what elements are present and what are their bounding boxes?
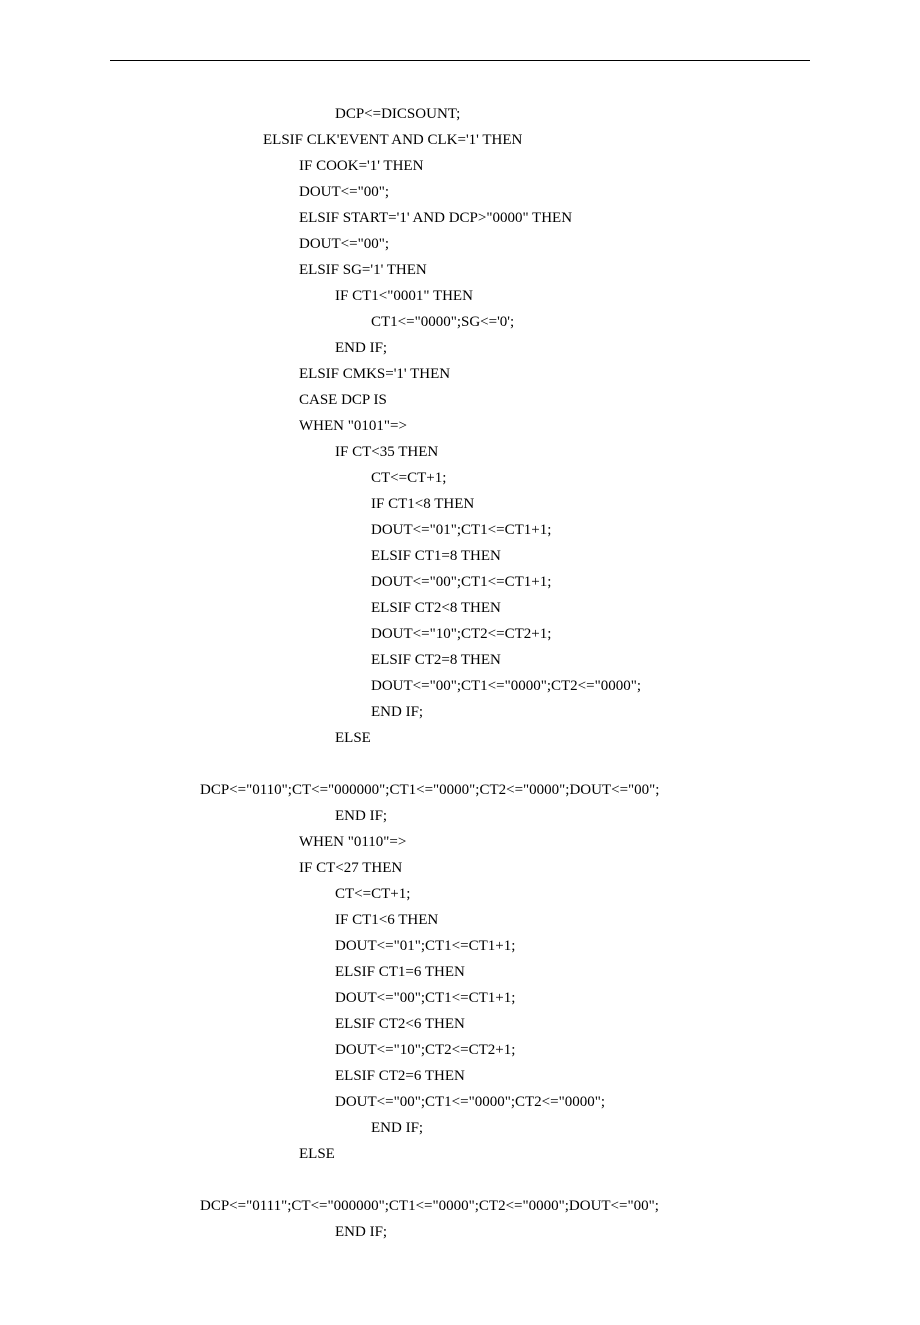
code-line: END IF; [200, 699, 920, 725]
code-line: WHEN "0101"=> [200, 413, 920, 439]
code-line: CT<=CT+1; [200, 881, 920, 907]
code-line: DOUT<="00";CT1<="0000";CT2<="0000"; [200, 673, 920, 699]
code-line: DOUT<="01";CT1<=CT1+1; [200, 517, 920, 543]
code-line: ELSIF CT2<6 THEN [200, 1011, 920, 1037]
code-line [200, 751, 920, 777]
code-line: ELSIF CT2=8 THEN [200, 647, 920, 673]
code-line: DCP<=DICSOUNT; [200, 101, 920, 127]
code-line: DOUT<="00";CT1<="0000";CT2<="0000"; [200, 1089, 920, 1115]
code-line: DCP<="0111";CT<="000000";CT1<="0000";CT2… [200, 1193, 920, 1219]
code-line: DCP<="0110";CT<="000000";CT1<="0000";CT2… [200, 777, 920, 803]
code-line: END IF; [200, 335, 920, 361]
code-line: IF CT1<6 THEN [200, 907, 920, 933]
code-line: ELSIF CT2<8 THEN [200, 595, 920, 621]
code-line: DOUT<="10";CT2<=CT2+1; [200, 1037, 920, 1063]
code-line: ELSIF CLK'EVENT AND CLK='1' THEN [200, 127, 920, 153]
code-line: ELSIF SG='1' THEN [200, 257, 920, 283]
code-line: DOUT<="00";CT1<=CT1+1; [200, 569, 920, 595]
code-line: DOUT<="01";CT1<=CT1+1; [200, 933, 920, 959]
code-line: DOUT<="00";CT1<=CT1+1; [200, 985, 920, 1011]
code-line: ELSIF CMKS='1' THEN [200, 361, 920, 387]
code-line: CT<=CT+1; [200, 465, 920, 491]
code-block: DCP<=DICSOUNT;ELSIF CLK'EVENT AND CLK='1… [200, 101, 920, 1245]
code-line: IF COOK='1' THEN [200, 153, 920, 179]
code-line: ELSIF CT1=8 THEN [200, 543, 920, 569]
code-line: DOUT<="00"; [200, 231, 920, 257]
code-line: END IF; [200, 803, 920, 829]
code-line: ELSE [200, 725, 920, 751]
code-line: CASE DCP IS [200, 387, 920, 413]
code-line: ELSIF CT1=6 THEN [200, 959, 920, 985]
code-line: IF CT<27 THEN [200, 855, 920, 881]
code-line: CT1<="0000";SG<='0'; [200, 309, 920, 335]
code-line: IF CT1<"0001" THEN [200, 283, 920, 309]
code-line: ELSIF START='1' AND DCP>"0000" THEN [200, 205, 920, 231]
document-page: DCP<=DICSOUNT;ELSIF CLK'EVENT AND CLK='1… [0, 0, 920, 1325]
code-line: DOUT<="00"; [200, 179, 920, 205]
code-line: IF CT1<8 THEN [200, 491, 920, 517]
header-rule [110, 60, 810, 61]
code-line: END IF; [200, 1219, 920, 1245]
code-line: IF CT<35 THEN [200, 439, 920, 465]
code-line: ELSIF CT2=6 THEN [200, 1063, 920, 1089]
code-line: ELSE [200, 1141, 920, 1167]
code-line: WHEN "0110"=> [200, 829, 920, 855]
code-line: DOUT<="10";CT2<=CT2+1; [200, 621, 920, 647]
code-line: END IF; [200, 1115, 920, 1141]
code-line [200, 1167, 920, 1193]
